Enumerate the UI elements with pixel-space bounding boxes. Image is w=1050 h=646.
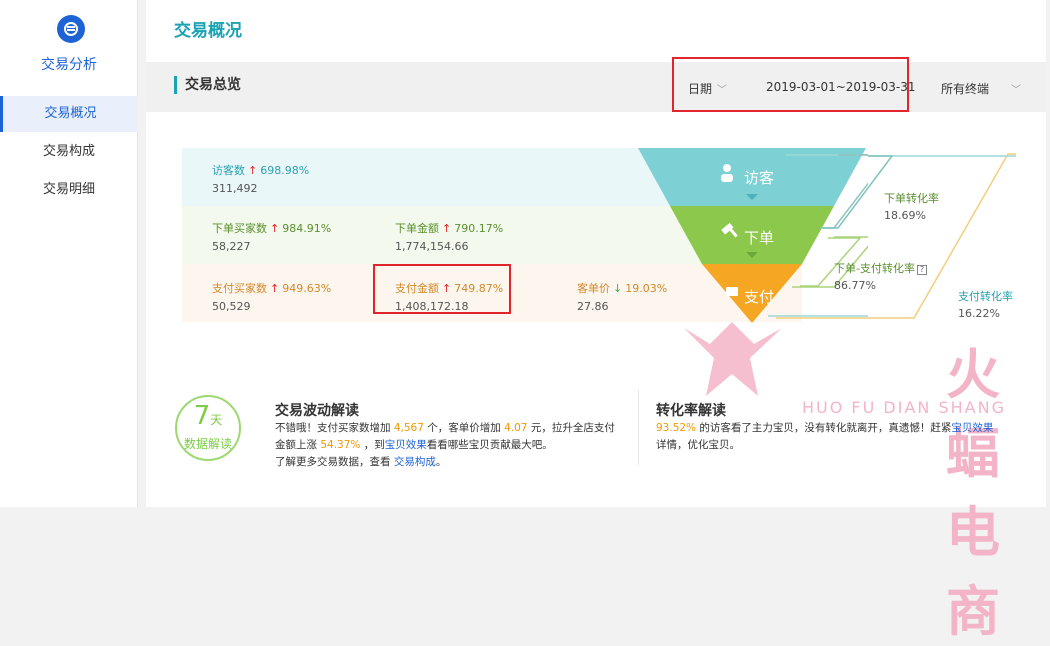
- link-trade-composition[interactable]: 交易构成: [394, 456, 436, 468]
- arrow-up-icon: ↑: [270, 282, 280, 295]
- funnel-label-payments: 支付: [744, 288, 775, 306]
- sidebar-title: 交易分析: [41, 57, 97, 73]
- overview-title: 交易总览: [174, 76, 241, 94]
- funnel-label-orders: 下单: [744, 229, 775, 247]
- metric-order-buyers[interactable]: 下单买家数 ↑ 984.91% 58,227: [212, 220, 331, 253]
- conversion-title: 转化率解读: [656, 403, 726, 419]
- arrow-down-icon: ↓: [613, 282, 623, 295]
- pay-amount-highlight-box: [373, 264, 511, 314]
- link-item-effect[interactable]: 宝贝效果: [385, 439, 427, 451]
- conversion-text: 93.52% 的访客看了主力宝贝，没有转化就离开，真遗憾！赶紧宝贝效果 详情，优…: [656, 422, 994, 451]
- terminal-dropdown[interactable]: 所有终端 ﹀: [941, 80, 1021, 97]
- person-icon-body: [721, 174, 733, 182]
- arrow-up-icon: ↑: [248, 164, 258, 177]
- metric-visitors[interactable]: 访客数 ↑ 698.98% 311,492: [212, 162, 309, 195]
- arrow-up-icon: ↑: [442, 222, 452, 235]
- watermark-text-en: HUO FU DIAN SHANG: [802, 398, 1006, 417]
- sidebar: 交易分析 交易概况 交易构成 交易明细: [0, 0, 138, 507]
- sidebar-item-composition[interactable]: 交易构成: [0, 134, 138, 170]
- trade-analysis-icon: [57, 15, 85, 43]
- help-icon[interactable]: ?: [916, 265, 927, 275]
- divider: [638, 390, 639, 465]
- page-title: 交易概况: [174, 21, 242, 41]
- watermark-logo: [684, 322, 782, 396]
- order-rate-line: [820, 155, 894, 229]
- metric-pay-buyers[interactable]: 支付买家数 ↑ 949.63% 50,529: [212, 280, 331, 313]
- seven-day-badge: 7天 数据解读: [175, 395, 241, 461]
- watermark-text: 火蝠电商: [946, 343, 1002, 643]
- chevron-down-icon: ﹀: [1011, 85, 1022, 96]
- chevron-down-icon: ﹀: [717, 85, 728, 96]
- metric-order-amount[interactable]: 下单金额 ↑ 790.17% 1,774,154.66: [395, 220, 503, 253]
- bat-logo-shape: [684, 322, 782, 396]
- date-range[interactable]: 2019-03-01~2019-03-31: [766, 80, 916, 94]
- sidebar-item-detail[interactable]: 交易明细: [0, 172, 138, 208]
- sidebar-item-overview[interactable]: 交易概况: [0, 96, 138, 132]
- main-panel: 交易概况 交易总览 日期 ﹀ 2019-03-01~2019-03-31 所有终端…: [146, 0, 1050, 643]
- date-dropdown[interactable]: 日期 ﹀: [688, 80, 727, 97]
- arrow-up-icon: ↑: [270, 222, 280, 235]
- rate-order-pay-conversion: 下单-支付转化率? 86.77%: [834, 260, 927, 292]
- fluctuation-title: 交易波动解读: [275, 403, 359, 419]
- fluctuation-text: 不错哦！支付买家数增加 4,567 个，客单价增加 4.07 元，拉升全店支付 …: [275, 422, 615, 468]
- funnel-label-visitors: 访客: [744, 169, 775, 187]
- wallet-icon: [726, 287, 738, 296]
- link-item-effect-2[interactable]: 宝贝效果: [951, 422, 993, 434]
- rate-order-conversion: 下单转化率 18.69%: [884, 192, 939, 222]
- person-icon: [723, 164, 731, 172]
- scrollbar[interactable]: [1046, 0, 1050, 507]
- overview-header: 交易总览 日期 ﹀ 2019-03-01~2019-03-31 所有终端 ﹀: [146, 57, 1050, 112]
- rate-pay-conversion: 支付转化率 16.22%: [958, 290, 1013, 320]
